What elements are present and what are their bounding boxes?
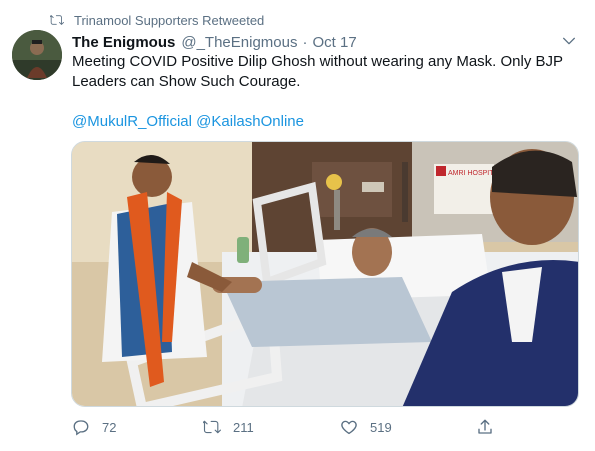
mention-link[interactable]: @KailashOnline bbox=[196, 113, 304, 130]
more-options-button[interactable] bbox=[558, 32, 580, 50]
tweet-date[interactable]: Oct 17 bbox=[312, 34, 356, 51]
tweet-photo[interactable]: AMRI HOSPITAL bbox=[71, 141, 579, 407]
retweet-icon bbox=[203, 420, 221, 434]
display-name[interactable]: The Enigmous bbox=[72, 34, 175, 51]
tweet-text-line: Meeting COVID Positive Dilip Ghosh witho… bbox=[72, 53, 564, 70]
like-button[interactable]: 519 bbox=[340, 418, 392, 436]
heart-icon bbox=[341, 420, 357, 435]
avatar-image bbox=[12, 30, 62, 80]
chevron-down-icon bbox=[563, 37, 575, 45]
tweet-mentions: @MukulR_Official @KailashOnline bbox=[72, 112, 304, 132]
avatar[interactable] bbox=[12, 30, 62, 80]
retweet-count: 211 bbox=[233, 419, 254, 435]
like-count: 519 bbox=[370, 419, 392, 435]
tweet-text: Meeting COVID Positive Dilip Ghosh witho… bbox=[72, 52, 572, 92]
reply-count: 72 bbox=[102, 419, 117, 435]
hospital-photo: AMRI HOSPITAL bbox=[72, 142, 578, 406]
tweet-header: The Enigmous @_TheEnigmous · Oct 17 bbox=[72, 32, 555, 52]
reply-button[interactable]: 72 bbox=[72, 418, 116, 436]
tweet-text-line: Leaders can Show Such Courage. bbox=[72, 73, 301, 90]
retweet-context[interactable]: Trinamool Supporters Retweeted bbox=[50, 10, 264, 30]
user-handle[interactable]: @_TheEnigmous bbox=[181, 34, 297, 51]
share-button[interactable] bbox=[476, 418, 506, 436]
retweet-button[interactable]: 211 bbox=[203, 418, 254, 436]
separator-dot: · bbox=[302, 33, 308, 51]
mention-link[interactable]: @MukulR_Official bbox=[72, 113, 192, 130]
retweet-context-label: Trinamool Supporters Retweeted bbox=[74, 12, 265, 28]
retweet-icon bbox=[50, 15, 64, 25]
reply-icon bbox=[73, 420, 89, 436]
share-icon bbox=[478, 419, 492, 434]
tweet-actions: 72 211 519 bbox=[72, 418, 512, 440]
